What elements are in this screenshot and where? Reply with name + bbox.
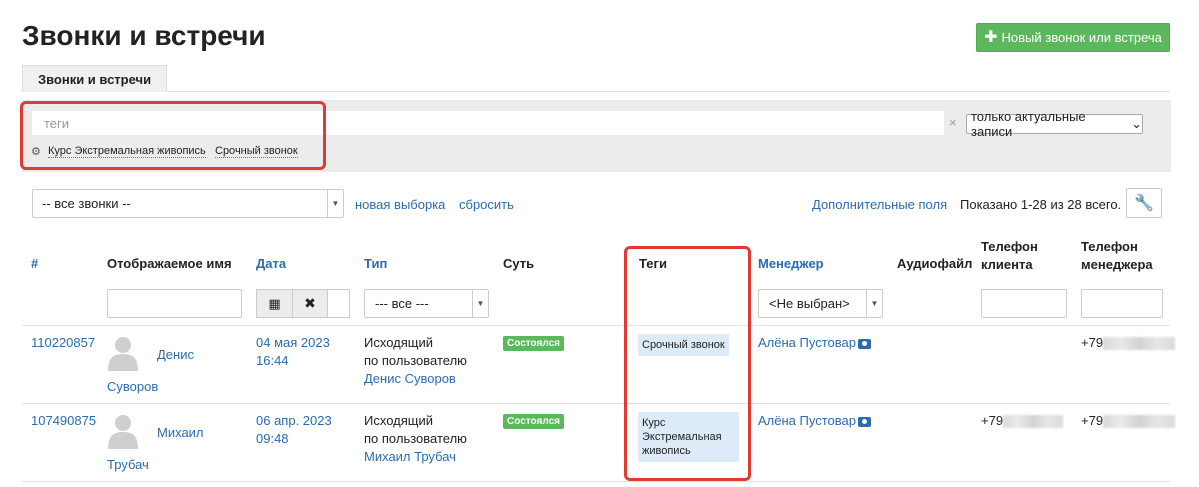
name-filter-input[interactable]	[107, 289, 242, 318]
type-by-user: по пользователю	[364, 353, 467, 368]
header-type[interactable]: Тип	[364, 256, 387, 271]
calls-select-value: -- все звонки --	[42, 196, 131, 211]
type-cell: Исходящий по пользователю Михаил Трубач	[364, 412, 467, 466]
row-id-link[interactable]: 110220857	[31, 334, 95, 352]
type-direction: Исходящий	[364, 413, 433, 428]
manager-phone: +79	[1081, 334, 1176, 352]
type-filter-select[interactable]: --- все --- ▼	[364, 289, 489, 318]
id-card-icon[interactable]	[857, 416, 871, 427]
manager-phone-visible: +79	[1081, 335, 1104, 350]
header-manager-phone-line1: Телефон	[1081, 239, 1138, 254]
type-by-user: по пользователю	[364, 431, 467, 446]
plus-icon: ✚	[984, 28, 998, 46]
tags-clear-icon[interactable]: ×	[949, 115, 957, 130]
manager-cell: Алёна Пустовар	[758, 412, 871, 430]
highlight-box-filter	[20, 101, 326, 170]
blurred-phone	[1003, 415, 1064, 429]
header-manager-phone: Телефон менеджера	[1081, 238, 1153, 274]
header-audio: Аудиофайл	[897, 256, 973, 271]
caret-down-icon: ▼	[327, 190, 343, 217]
type-cell: Исходящий по пользователю Денис Суворов	[364, 334, 467, 388]
status-badge: Состоялся	[503, 336, 564, 351]
header-client-phone: Телефон клиента	[981, 238, 1038, 274]
caret-down-icon: ▼	[866, 290, 882, 317]
new-selection-link[interactable]: новая выборка	[355, 197, 445, 212]
header-client-phone-line2: клиента	[981, 257, 1033, 272]
client-phone-filter-input[interactable]	[981, 289, 1067, 318]
date-day: 06 апр. 2023	[256, 413, 332, 428]
type-user-link[interactable]: Денис Суворов	[364, 370, 467, 388]
manager-phone-filter-input[interactable]	[1081, 289, 1163, 318]
date-time: 16:44	[256, 353, 289, 368]
blurred-phone	[1103, 337, 1176, 351]
caret-down-icon: ▼	[472, 290, 488, 317]
row-divider	[22, 403, 1170, 404]
date-time: 09:48	[256, 431, 289, 446]
tabs-divider	[22, 91, 1170, 92]
calendar-icon[interactable]: ▦	[256, 289, 293, 318]
type-direction: Исходящий	[364, 335, 433, 350]
manager-link[interactable]: Алёна Пустовар	[758, 413, 856, 428]
wrench-icon: 🔧	[1134, 195, 1154, 212]
highlight-box-tags-column	[624, 246, 751, 481]
header-name: Отображаемое имя	[107, 256, 232, 271]
tab-calls-meetings[interactable]: Звонки и встречи	[22, 65, 167, 92]
manager-link[interactable]: Алёна Пустовар	[758, 335, 856, 350]
id-card-icon[interactable]	[857, 338, 871, 349]
actual-records-select-value: только актуальные записи	[971, 109, 1086, 139]
manager-filter-value: <Не выбран>	[769, 296, 850, 311]
calls-select[interactable]: -- все звонки -- ▼	[32, 189, 344, 218]
date-filter-input[interactable]	[327, 289, 350, 318]
contact-first-name-link[interactable]: Денис	[157, 346, 194, 364]
settings-wrench-button[interactable]: 🔧	[1126, 188, 1162, 218]
contact-last-name-link[interactable]: Трубач	[107, 456, 149, 474]
row-divider	[22, 481, 1170, 482]
header-id[interactable]: #	[31, 256, 38, 271]
extra-fields-link[interactable]: Дополнительные поля	[812, 197, 947, 212]
header-manager[interactable]: Менеджер	[758, 256, 824, 271]
type-filter-value: --- все ---	[375, 296, 429, 311]
header-essence: Суть	[503, 256, 535, 271]
manager-phone: +79	[1081, 412, 1176, 430]
close-icon[interactable]: ✖	[292, 289, 328, 318]
header-date[interactable]: Дата	[256, 256, 286, 271]
row-divider	[22, 325, 1170, 326]
chevron-down-icon: ⌄	[1131, 116, 1142, 131]
page-title: Звонки и встречи	[22, 20, 266, 51]
new-call-button[interactable]: ✚ Новый звонок или встреча	[976, 23, 1170, 52]
client-phone: +79	[981, 412, 1064, 430]
avatar	[108, 415, 138, 449]
shown-count: Показано 1-28 из 28 всего.	[960, 197, 1122, 212]
client-phone-visible: +79	[981, 413, 1004, 428]
header-manager-phone-line2: менеджера	[1081, 257, 1153, 272]
status-badge: Состоялся	[503, 414, 564, 429]
date-day: 04 мая 2023	[256, 335, 330, 350]
manager-cell: Алёна Пустовар	[758, 334, 871, 352]
type-user-link[interactable]: Михаил Трубач	[364, 448, 467, 466]
contact-last-name-link[interactable]: Суворов	[107, 378, 158, 396]
blurred-phone	[1103, 415, 1176, 429]
actual-records-select[interactable]: только актуальные записи ⌄	[966, 109, 1143, 139]
contact-first-name-link[interactable]: Михаил	[157, 424, 204, 442]
manager-filter-select[interactable]: <Не выбран> ▼	[758, 289, 883, 318]
manager-phone-visible: +79	[1081, 413, 1104, 428]
avatar	[108, 337, 138, 371]
date-link[interactable]: 04 мая 2023 16:44	[256, 334, 330, 370]
date-link[interactable]: 06 апр. 2023 09:48	[256, 412, 332, 448]
row-id-link[interactable]: 107490875	[31, 412, 96, 430]
header-client-phone-line1: Телефон	[981, 239, 1038, 254]
new-call-button-label: Новый звонок или встреча	[1001, 30, 1162, 45]
reset-link[interactable]: сбросить	[459, 197, 514, 212]
